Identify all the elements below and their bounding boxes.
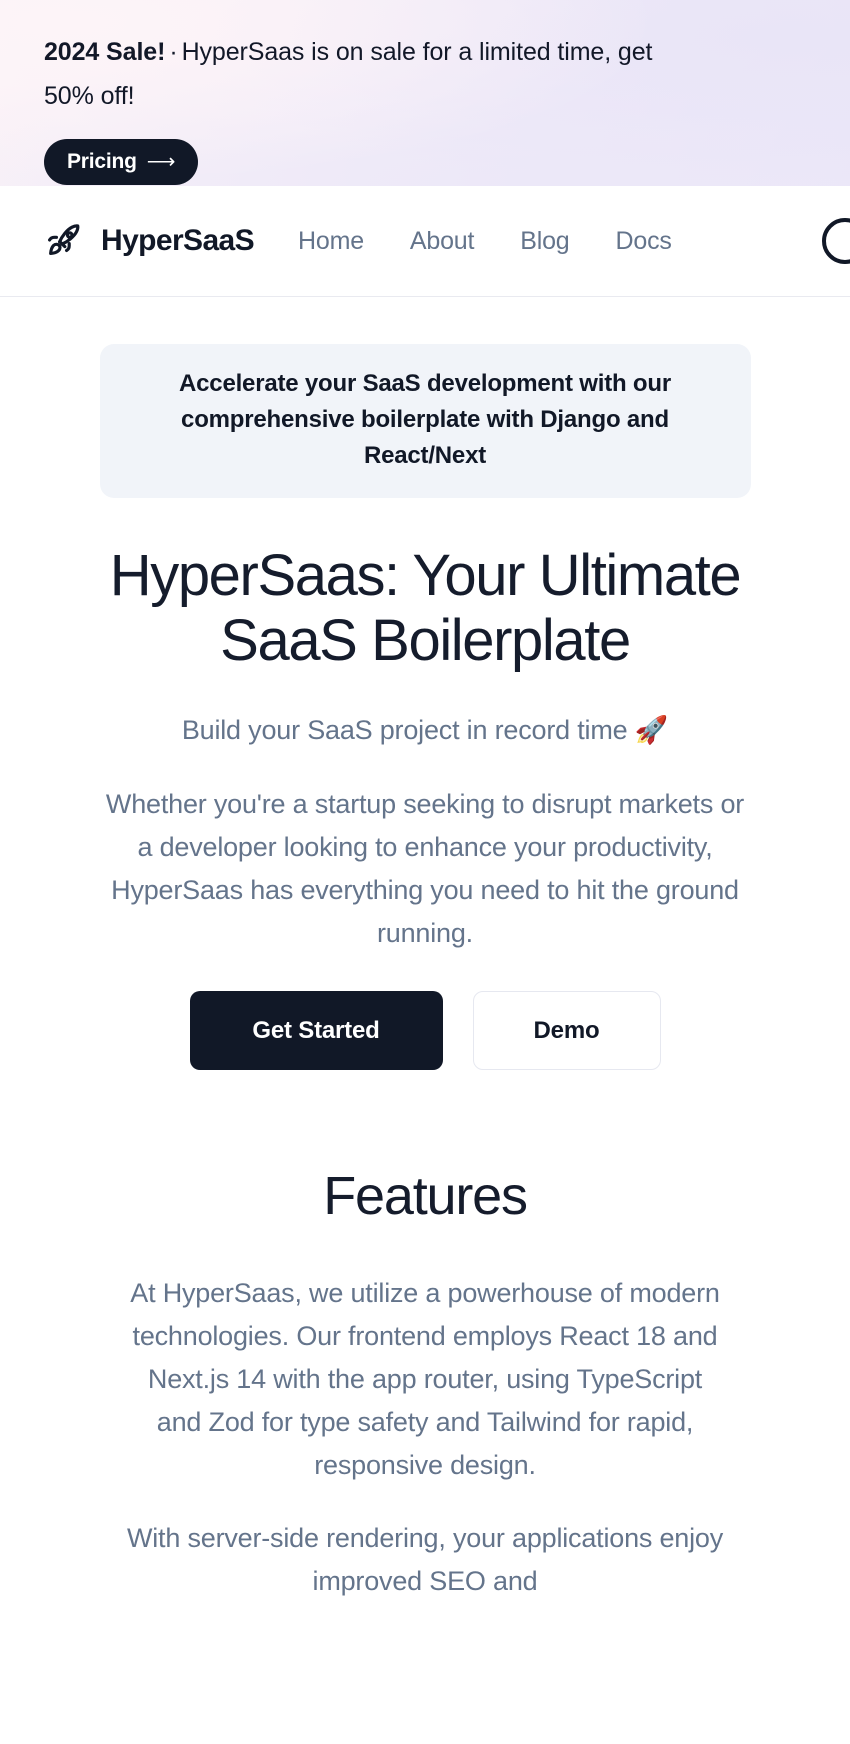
pricing-button[interactable]: Pricing ⟶ — [44, 139, 199, 185]
nav-link-about[interactable]: About — [410, 227, 475, 256]
nav-link-blog[interactable]: Blog — [520, 227, 569, 256]
main-navbar: HyperSaaS Home About Blog Docs — [0, 186, 850, 297]
avatar-icon[interactable] — [822, 218, 850, 264]
page-title: HyperSaas: Your Ultimate SaaS Boilerplat… — [109, 543, 742, 673]
hero-subtitle: Build your SaaS project in record time 🚀 — [181, 715, 669, 745]
rocket-icon — [44, 220, 86, 262]
hero-badge: Accelerate your SaaS development with ou… — [99, 344, 751, 498]
get-started-button[interactable]: Get Started — [189, 991, 443, 1070]
features-paragraph-2: With server-side rendering, your applica… — [126, 1523, 724, 1596]
arrow-right-icon: ⟶ — [146, 151, 176, 173]
features-paragraph-1: At HyperSaas, we utilize a powerhouse of… — [130, 1278, 720, 1480]
nav-link-home[interactable]: Home — [298, 227, 364, 256]
features-section: Features At HyperSaas, we utilize a powe… — [0, 1070, 850, 1603]
announcement-banner: 2024 Sale! · HyperSaas is on sale for a li… — [0, 0, 850, 186]
announcement-text: 2024 Sale! · HyperSaas is on sale for a li… — [44, 30, 704, 118]
announcement-lead: 2024 Sale! — [44, 38, 166, 66]
hero-description: Whether you're a startup seeking to disr… — [105, 789, 745, 948]
nav-links: Home About Blog Docs — [298, 227, 672, 256]
pricing-button-label: Pricing — [67, 150, 137, 173]
features-title: Features — [323, 1166, 528, 1226]
brand-logo-link[interactable]: HyperSaaS — [44, 220, 255, 262]
brand-name: HyperSaaS — [101, 224, 255, 257]
demo-button[interactable]: Demo — [472, 991, 661, 1070]
announcement-separator: · — [169, 38, 178, 66]
hero-section: Accelerate your SaaS development with ou… — [0, 297, 850, 1070]
features-body: At HyperSaas, we utilize a powerhouse of… — [125, 1272, 725, 1603]
nav-link-docs[interactable]: Docs — [616, 227, 672, 256]
hero-actions: Get Started Demo — [44, 991, 806, 1070]
